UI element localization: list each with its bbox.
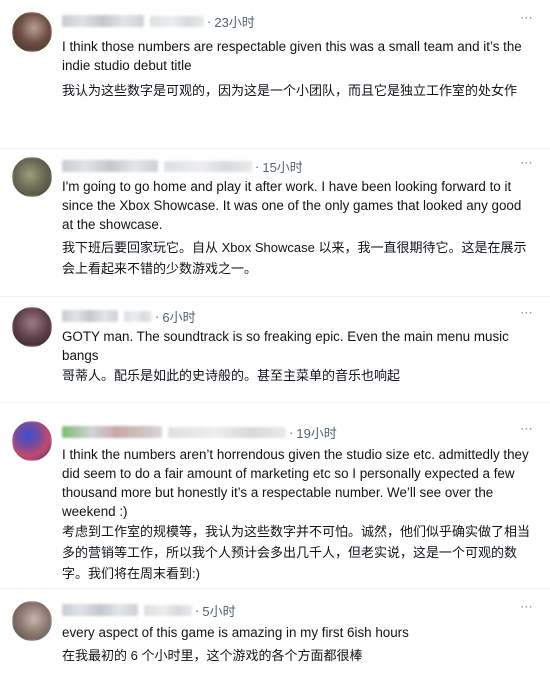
reply-post[interactable]: · 23小时 ⋯ I think those numbers are respe… [0,0,550,148]
post-time[interactable]: 23小时 [214,12,254,31]
more-dots-icon[interactable]: ⋯ [520,305,534,321]
separator-dot: · [155,308,160,324]
reply-post[interactable]: · 19小时 ⋯ I think the numbers aren’t horr… [0,402,550,588]
post-translation: 在我最初的 6 个小时里，这个游戏的各个方面都很棒 [62,648,363,663]
avatar[interactable] [12,601,52,641]
reply-post[interactable]: · 5小时 ⋯ every aspect of this game is ama… [0,588,550,680]
author-name-redacted[interactable] [62,160,158,172]
reply-feed: · 23小时 ⋯ I think those numbers are respe… [0,0,550,680]
post-text: every aspect of this game is amazing in … [62,625,409,640]
post-text: I'm going to go home and play it after w… [62,179,522,232]
post-translation: 哥蒂人。配乐是如此的史诗般的。甚至主菜单的音乐也响起 [62,368,401,383]
reply-post[interactable]: · 6小时 ⋯ GOTY man. The soundtrack is so f… [0,296,550,402]
avatar[interactable] [12,12,52,52]
post-text: I think the numbers aren’t horrendous gi… [62,447,529,519]
author-handle-redacted[interactable] [150,15,204,27]
post-time[interactable]: 19小时 [296,423,336,442]
author-name-redacted[interactable] [62,426,162,438]
avatar[interactable] [12,157,52,197]
author-name-redacted[interactable] [62,15,144,27]
more-dots-icon[interactable]: ⋯ [520,599,534,615]
more-dots-icon[interactable]: ⋯ [520,10,534,26]
more-dots-icon[interactable]: ⋯ [520,421,534,437]
post-header: · 5小时 [62,601,236,619]
separator-dot: · [195,602,200,618]
author-handle-redacted[interactable] [124,310,152,322]
author-handle-redacted[interactable] [144,604,192,616]
post-header: · 6小时 [62,307,196,325]
separator-dot: · [289,424,294,440]
post-header: · 15小时 [62,157,303,175]
avatar[interactable] [12,307,52,347]
author-handle-redacted[interactable] [168,426,286,438]
author-name-redacted[interactable] [62,604,138,616]
post-time[interactable]: 15小时 [262,157,302,176]
post-translation: 考虑到工作室的规模等，我认为这些数字并不可怕。诚然，他们似乎确实做了相当多的营销… [62,524,531,581]
post-header: · 23小时 [62,12,255,30]
post-translation: 我认为这些数字是可观的，因为这是一个小团队，而且它是独立工作室的处女作 [62,83,518,98]
author-handle-redacted[interactable] [164,160,252,172]
author-name-redacted[interactable] [62,310,118,322]
post-time[interactable]: 5小时 [202,601,235,620]
post-header: · 19小时 [62,423,337,441]
post-text: GOTY man. The soundtrack is so freaking … [62,329,509,363]
post-text: I think those numbers are respectable gi… [62,39,522,73]
avatar[interactable] [12,421,52,461]
separator-dot: · [255,158,260,174]
post-translation: 我下班后要回家玩它。自从 Xbox Showcase 以来，我一直很期待它。这是… [62,240,527,276]
reply-post[interactable]: · 15小时 ⋯ I'm going to go home and play i… [0,148,550,296]
more-dots-icon[interactable]: ⋯ [520,155,534,171]
separator-dot: · [207,13,212,29]
post-time[interactable]: 6小时 [162,307,195,326]
